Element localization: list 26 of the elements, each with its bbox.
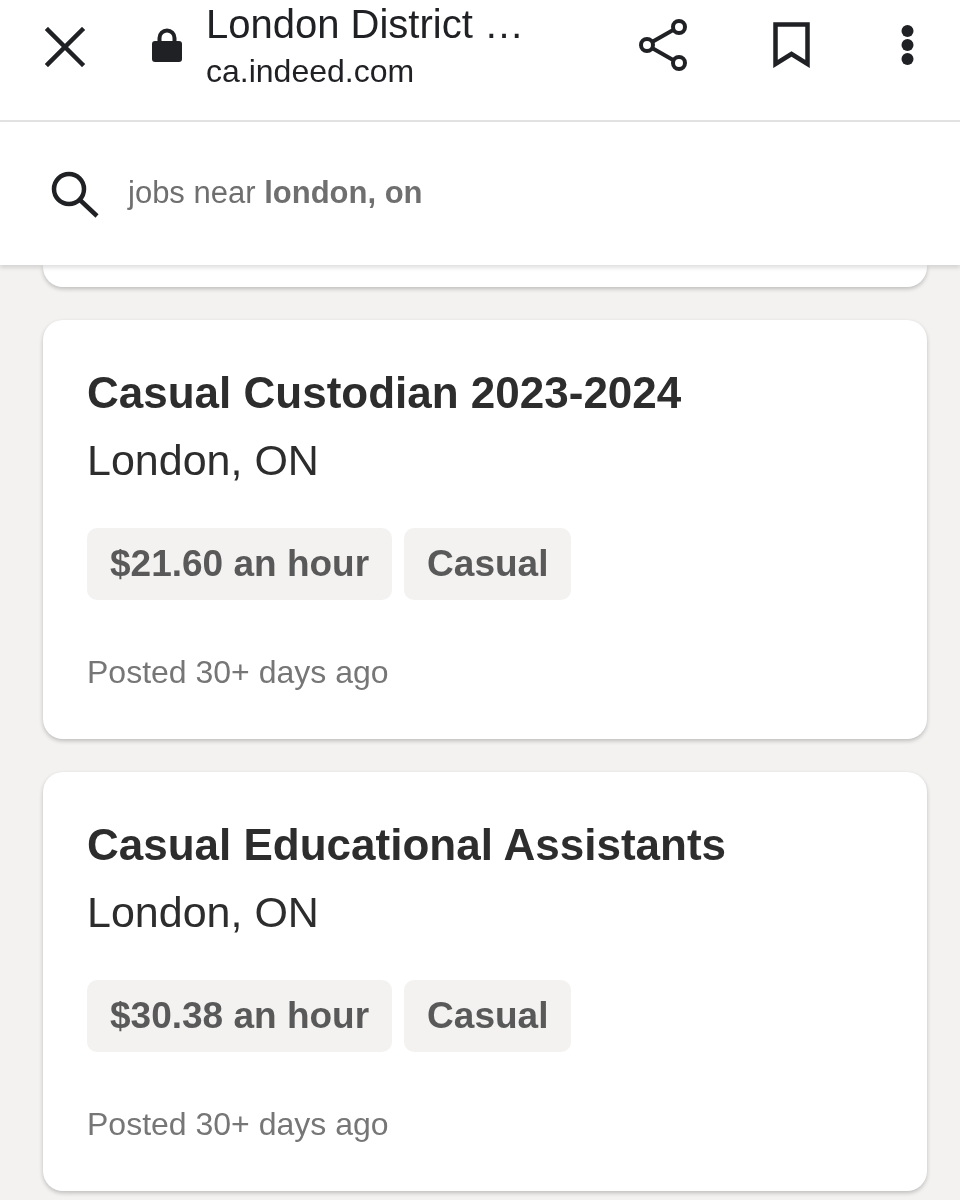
more-button[interactable]	[900, 25, 915, 65]
share-icon	[638, 18, 688, 72]
more-icon	[900, 25, 915, 65]
bookmark-button[interactable]	[773, 22, 810, 68]
lock-icon	[152, 28, 182, 62]
bookmark-icon	[773, 22, 810, 68]
job-title[interactable]: Casual Educational Assistants	[87, 818, 726, 872]
page-title: London District …	[206, 1, 524, 48]
close-button[interactable]	[45, 27, 85, 67]
search-icon	[50, 169, 100, 218]
job-card[interactable]: Casual Custodian 2023-2024 London, ON $21.60 an hour Casual Posted 30+ days ago	[43, 320, 927, 739]
job-tag: Casual	[404, 528, 572, 600]
posted-date: Posted 30+ days ago	[87, 653, 389, 692]
job-title[interactable]: Casual Custodian 2023-2024	[87, 366, 682, 420]
share-button[interactable]	[638, 18, 688, 72]
job-location: London, ON	[87, 887, 319, 937]
posted-date: Posted 30+ days ago	[87, 1105, 389, 1144]
page-url: ca.indeed.com	[206, 52, 415, 90]
job-tag: $21.60 an hour	[87, 528, 393, 600]
job-tag: $30.38 an hour	[87, 980, 393, 1052]
search-bar[interactable]: jobs near london, on	[0, 122, 960, 265]
job-location: London, ON	[87, 435, 319, 485]
search-query: jobs near london, on	[128, 174, 423, 213]
job-tag: Casual	[404, 980, 572, 1052]
close-icon	[45, 27, 85, 67]
job-card[interactable]: Casual Educational Assistants London, ON $30.38 an hour Casual Posted 30+ days ago	[43, 772, 927, 1191]
